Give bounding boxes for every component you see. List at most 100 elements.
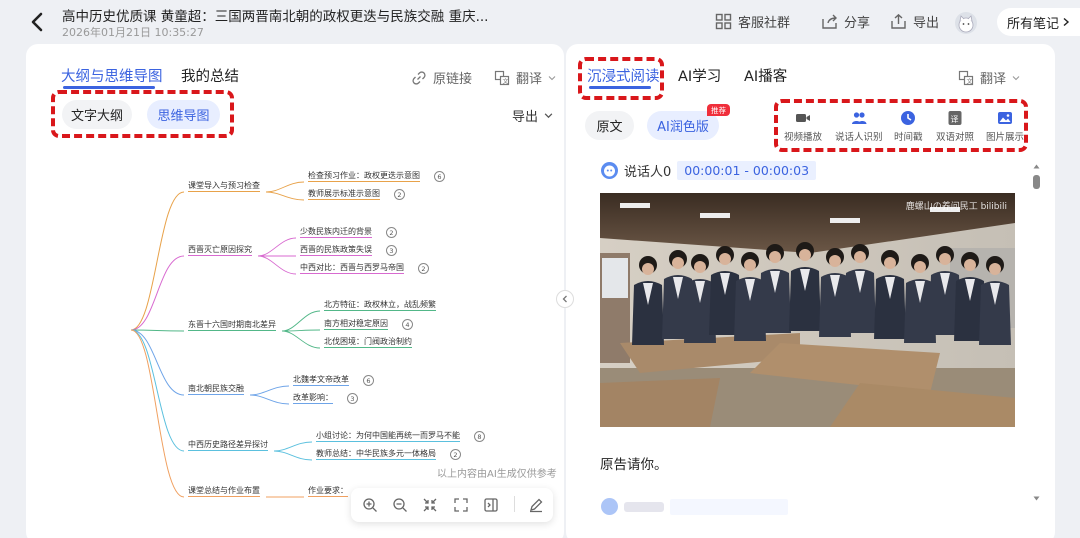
avatar[interactable] bbox=[955, 12, 977, 34]
customer-group-button[interactable]: 客服社群 bbox=[715, 12, 790, 31]
zoom-in-icon[interactable] bbox=[362, 497, 378, 513]
mindmap-view-button[interactable]: 思维导图 bbox=[147, 100, 220, 129]
mindmap-branch-node[interactable]: 中西历史路径差异探讨 bbox=[188, 439, 268, 451]
sidebar-icon[interactable] bbox=[483, 497, 499, 513]
student-face bbox=[964, 259, 976, 271]
all-notes-button[interactable]: 所有笔记 bbox=[997, 8, 1080, 36]
transcript-scrollbar[interactable] bbox=[1034, 162, 1040, 502]
mindmap-branch-node[interactable]: 西晋灭亡原因探究 bbox=[188, 244, 252, 256]
chevron-down-icon bbox=[548, 75, 556, 80]
fullscreen-icon[interactable] bbox=[453, 497, 469, 513]
tab-my-summary[interactable]: 我的总结 bbox=[181, 65, 239, 86]
image-display-toggle[interactable]: 图片展示 bbox=[986, 110, 1024, 143]
mindmap-child-node[interactable]: 北方特征：政权林立，战乱频繁 bbox=[324, 299, 436, 311]
zoom-out-icon[interactable] bbox=[392, 497, 408, 513]
edit-icon[interactable] bbox=[528, 497, 544, 513]
tab-underline-right bbox=[589, 86, 651, 89]
mindmap-branch-node[interactable]: 南北朝民族交融 bbox=[188, 383, 244, 395]
mindmap-branch-node[interactable]: 课堂总结与作业布置 bbox=[188, 485, 260, 497]
collapse-icon[interactable] bbox=[422, 497, 438, 513]
mindmap-child-node[interactable]: 改革影响： bbox=[293, 392, 333, 404]
tab-outline-mindmap[interactable]: 大纲与思维导图 bbox=[61, 65, 163, 86]
link-icon bbox=[412, 70, 426, 85]
mindmap-child-node[interactable]: 中西对比：西晋与西罗马帝国 bbox=[300, 262, 404, 274]
ai-disclaimer: 以上内容由AI生成仅供参考 bbox=[437, 469, 557, 480]
scrollbar-thumb[interactable] bbox=[1033, 175, 1040, 189]
scroll-down-arrow-icon[interactable] bbox=[1033, 496, 1040, 501]
speaker-recognition-toggle[interactable]: 说话人识别 bbox=[835, 110, 883, 143]
mindmap-toolbar bbox=[351, 488, 553, 522]
translate-label-left: 翻译 bbox=[516, 72, 543, 87]
tab-immersive-reading[interactable]: 沉浸式阅读 bbox=[587, 65, 660, 86]
original-text-button[interactable]: 原文 bbox=[585, 111, 634, 140]
speaker-name[interactable]: 说话人0 bbox=[624, 161, 671, 180]
speaker-recognition-label: 说话人识别 bbox=[835, 132, 883, 143]
mindmap-count-badge[interactable]: 8 bbox=[474, 431, 485, 442]
student-face bbox=[769, 251, 781, 263]
mindmap-count-badge[interactable]: 3 bbox=[386, 245, 397, 256]
mindmap-count-badge[interactable]: 2 bbox=[418, 263, 429, 274]
export-header-button[interactable]: 导出 bbox=[890, 12, 939, 31]
mindmap-count-badge[interactable]: 4 bbox=[402, 319, 413, 330]
student-face bbox=[884, 257, 896, 269]
mindmap-child-node[interactable]: 作业要求： bbox=[308, 485, 348, 497]
video-icon bbox=[796, 114, 810, 122]
bilingual-label: 双语对照 bbox=[936, 132, 975, 143]
mindmap-branch-node[interactable]: 课堂导入与预习检查 bbox=[188, 180, 260, 192]
speaker-icon bbox=[601, 162, 618, 179]
svg-text:文: 文 bbox=[503, 77, 509, 85]
chevron-down-icon bbox=[544, 113, 553, 119]
segment-header: 说话人0 00:00:01 - 00:00:03 bbox=[601, 161, 817, 180]
mindmap-count-badge[interactable]: 6 bbox=[363, 375, 374, 386]
timestamp-label: 时间戳 bbox=[894, 132, 923, 143]
student-face bbox=[642, 263, 654, 275]
share-icon bbox=[822, 14, 837, 29]
scroll-up-arrow-icon[interactable] bbox=[1033, 164, 1040, 169]
mindmap-child-node[interactable]: 小组讨论：为何中国能再统一而罗马不能 bbox=[316, 430, 460, 442]
svg-text:文: 文 bbox=[967, 77, 973, 85]
source-link-label: 原链接 bbox=[433, 72, 473, 87]
note-date: 2026年01月21日 10:35:27 bbox=[62, 26, 204, 39]
mindmap-count-badge[interactable]: 2 bbox=[450, 449, 461, 460]
timestamp-chip[interactable]: 00:00:01 - 00:00:03 bbox=[677, 161, 817, 180]
student-face bbox=[939, 253, 951, 265]
mindmap-branch-node[interactable]: 东晋十六国时期南北差异 bbox=[188, 319, 276, 331]
mindmap-child-node[interactable]: 教师展示标准示意图 bbox=[308, 188, 380, 200]
next-segment-header bbox=[601, 498, 788, 515]
mindmap-count-badge[interactable]: 3 bbox=[347, 393, 358, 404]
text-outline-button[interactable]: 文字大纲 bbox=[62, 100, 132, 129]
all-notes-label: 所有笔记 bbox=[1007, 16, 1060, 32]
tab-ai-podcast[interactable]: AI播客 bbox=[744, 65, 787, 86]
chevron-down-icon bbox=[1012, 75, 1020, 80]
student-face bbox=[914, 261, 926, 273]
video-player[interactable]: 鹿螺山の养问民工 bilibili bbox=[600, 193, 1015, 427]
mindmap-child-node[interactable]: 西晋的民族政策失误 bbox=[300, 244, 372, 256]
export-mindmap-button[interactable]: 导出 bbox=[512, 106, 553, 125]
mindmap-child-node[interactable]: 北魏孝文帝改革 bbox=[293, 374, 349, 386]
mindmap-count-badge[interactable]: 2 bbox=[386, 227, 397, 238]
clock-icon bbox=[901, 111, 916, 125]
mindmap-child-node[interactable]: 北伐困境：门阀政治制约 bbox=[324, 336, 412, 348]
mindmap-child-node[interactable]: 南方相对稳定原因 bbox=[324, 318, 388, 330]
timestamp-toggle[interactable]: 时间戳 bbox=[894, 110, 923, 143]
student-face bbox=[799, 249, 811, 261]
mindmap-count-badge[interactable]: 6 bbox=[434, 171, 445, 182]
share-button[interactable]: 分享 bbox=[821, 12, 870, 31]
grid-icon bbox=[715, 13, 732, 30]
translate-button-right[interactable]: 文 翻译 bbox=[958, 68, 1020, 87]
mindmap-child-node[interactable]: 检查预习作业：政权更迭示意图 bbox=[308, 170, 420, 182]
mindmap-count-badge[interactable]: 2 bbox=[394, 189, 405, 200]
chevron-right-icon bbox=[1063, 17, 1070, 27]
bilingual-toggle[interactable]: 译 双语对照 bbox=[936, 110, 974, 143]
classroom-video-frame bbox=[600, 193, 1015, 427]
mindmap-child-node[interactable]: 教师总结：中华民族多元一体格局 bbox=[316, 448, 436, 460]
video-playback-toggle[interactable]: 视频播放 bbox=[784, 110, 822, 143]
video-playback-label: 视频播放 bbox=[784, 132, 823, 143]
tab-ai-learning[interactable]: AI学习 bbox=[678, 65, 721, 86]
source-link-button[interactable]: 原链接 bbox=[411, 68, 472, 87]
collapse-panel-button[interactable] bbox=[556, 290, 574, 308]
translate-icon: 译 bbox=[948, 111, 962, 125]
back-arrow-icon[interactable] bbox=[28, 11, 48, 33]
translate-button-left[interactable]: 文 翻译 bbox=[494, 68, 556, 87]
mindmap-child-node[interactable]: 少数民族内迁的背景 bbox=[300, 226, 372, 238]
